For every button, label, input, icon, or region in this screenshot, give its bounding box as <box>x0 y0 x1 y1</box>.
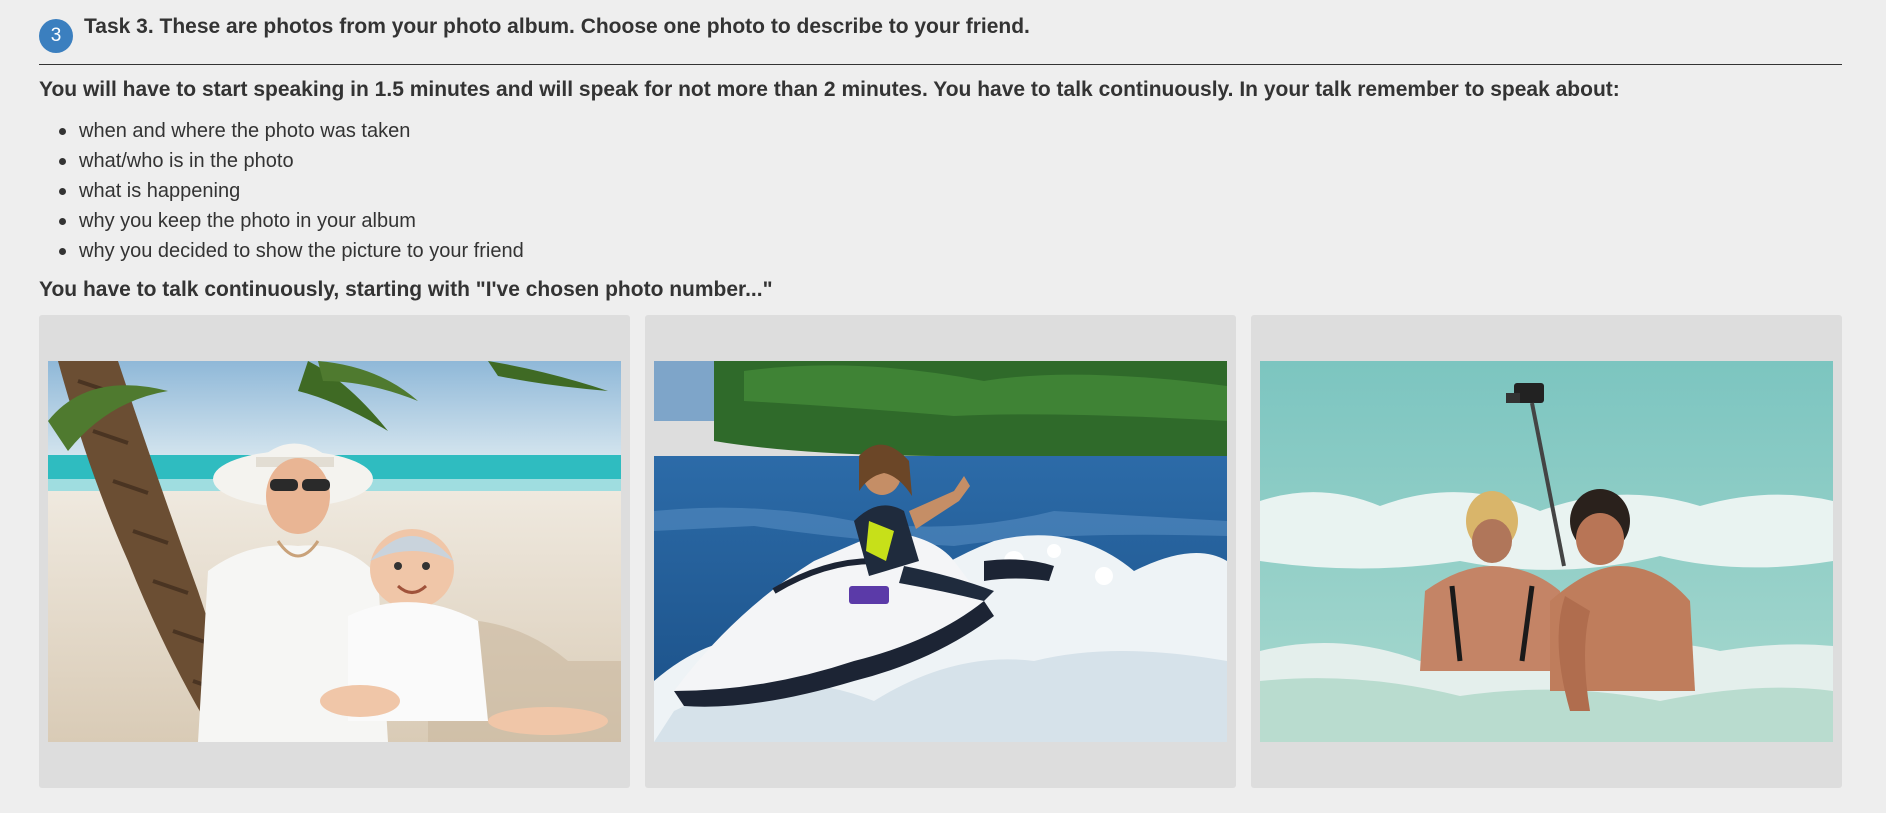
talk-points-list: when and where the photo was taken what/… <box>39 116 524 266</box>
task-instructions: You will have to start speaking in 1.5 m… <box>39 78 1620 101</box>
photo-card-1[interactable] <box>39 315 630 788</box>
talk-point: why you keep the photo in your album <box>59 206 524 236</box>
closing-instruction: You have to talk continuously, starting … <box>39 278 773 301</box>
photo-sea-selfie <box>1260 361 1833 742</box>
talk-point: what/who is in the photo <box>59 146 524 176</box>
photo-jet-ski <box>654 361 1227 742</box>
task-page: 3 Task 3. These are photos from your pho… <box>0 0 1886 813</box>
task-header: 3 Task 3. These are photos from your pho… <box>39 12 1842 65</box>
task-number-badge: 3 <box>39 19 73 53</box>
photo-beach-mother-baby <box>48 361 621 742</box>
photo-card-2[interactable] <box>645 315 1236 788</box>
talk-point: when and where the photo was taken <box>59 116 524 146</box>
talk-point: why you decided to show the picture to y… <box>59 236 524 266</box>
task-title: Task 3. These are photos from your photo… <box>84 15 1030 38</box>
photo-card-3[interactable] <box>1251 315 1842 788</box>
talk-point: what is happening <box>59 176 524 206</box>
